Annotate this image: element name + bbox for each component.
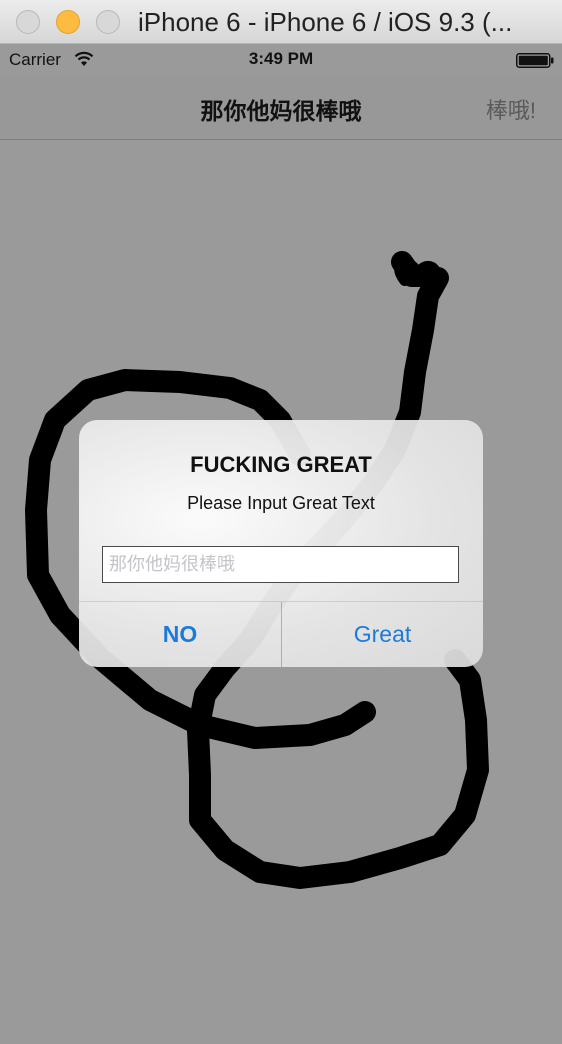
window-title: iPhone 6 - iPhone 6 / iOS 9.3 (... [138,7,513,37]
status-bar: Carrier 3:49 PM [0,44,562,76]
no-button[interactable]: NO [79,602,281,667]
great-button[interactable]: Great [282,602,483,667]
nav-title: 那你他妈很棒哦 [200,98,362,124]
window-zoom-button[interactable] [96,10,120,34]
simulator-window: iPhone 6 - iPhone 6 / iOS 9.3 (... Carri… [0,0,562,1044]
window-minimize-button[interactable] [56,10,80,34]
hand-drawn-heart [394,259,442,298]
battery-full-icon [516,53,554,68]
great-text-input[interactable] [102,546,459,583]
window-close-button[interactable] [16,10,40,34]
alert-message: Please Input Great Text [187,493,375,513]
navigation-bar: 那你他妈很棒哦 棒哦! [0,76,562,140]
alert-title: FUCKING GREAT [190,452,372,477]
alert-dialog: FUCKING GREAT Please Input Great Text NO… [79,420,483,667]
window-title-bar: iPhone 6 - iPhone 6 / iOS 9.3 (... [0,0,562,44]
nav-right-button[interactable]: 棒哦! [486,93,536,125]
status-time: 3:49 PM [248,49,314,68]
